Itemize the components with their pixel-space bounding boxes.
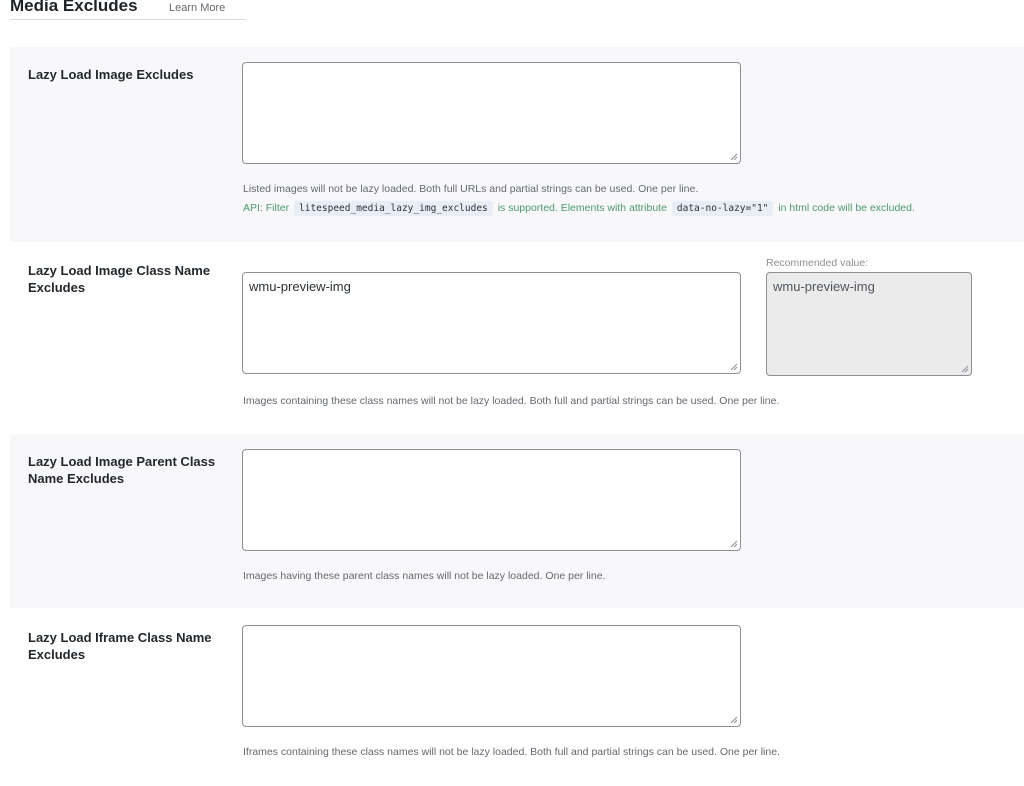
setting-row-lazy-image-class-excludes: Lazy Load Image Class Name Excludes wmu-… xyxy=(10,242,1024,434)
setting-description: Iframes containing these class names wil… xyxy=(243,746,780,758)
resize-grip-icon[interactable] xyxy=(730,540,738,548)
resize-grip-icon[interactable] xyxy=(730,363,738,371)
attribute-code: data-no-lazy="1" xyxy=(671,201,774,216)
api-suffix: in html code will be excluded. xyxy=(778,202,915,214)
media-excludes-page: Media Excludes Learn More Lazy Load Imag… xyxy=(0,0,1024,786)
api-note: API: Filter litespeed_media_lazy_img_exc… xyxy=(243,201,915,216)
api-middle: is supported. Elements with attribute xyxy=(497,202,667,214)
setting-description: Images having these parent class names w… xyxy=(243,570,606,582)
setting-row-lazy-image-excludes: Lazy Load Image Excludes Listed images w… xyxy=(10,47,1024,242)
setting-label: Lazy Load Image Excludes xyxy=(28,67,194,82)
setting-row-lazy-iframe-class-excludes: Lazy Load Iframe Class Name Excludes Ifr… xyxy=(10,608,1024,786)
recommended-label: Recommended value: xyxy=(766,257,869,269)
filter-code: litespeed_media_lazy_img_excludes xyxy=(294,201,493,216)
section-heading: Media Excludes Learn More xyxy=(10,0,246,20)
resize-grip-icon xyxy=(961,365,969,373)
setting-label: Lazy Load Iframe Class Name Excludes xyxy=(28,630,212,662)
resize-grip-icon[interactable] xyxy=(730,153,738,161)
setting-label: Lazy Load Image Parent Class Name Exclud… xyxy=(28,454,216,486)
lazy-image-parent-class-excludes-textarea[interactable] xyxy=(242,449,741,551)
recommended-value-box: wmu-preview-img xyxy=(766,272,972,376)
setting-row-lazy-image-parent-class-excludes: Lazy Load Image Parent Class Name Exclud… xyxy=(10,434,1024,608)
lazy-iframe-class-excludes-textarea[interactable] xyxy=(242,625,741,727)
textarea-value: wmu-preview-img xyxy=(249,279,351,294)
lazy-image-excludes-textarea[interactable] xyxy=(242,62,741,164)
resize-grip-icon[interactable] xyxy=(730,716,738,724)
learn-more-link[interactable]: Learn More xyxy=(169,2,225,14)
api-prefix: API: Filter xyxy=(243,202,290,214)
lazy-image-class-excludes-textarea[interactable]: wmu-preview-img xyxy=(242,272,741,374)
setting-label: Lazy Load Image Class Name Excludes xyxy=(28,263,211,295)
setting-description: Images containing these class names will… xyxy=(243,395,780,407)
setting-description: Listed images will not be lazy loaded. B… xyxy=(243,183,699,195)
section-title: Media Excludes xyxy=(10,0,138,15)
recommended-value: wmu-preview-img xyxy=(773,279,875,294)
